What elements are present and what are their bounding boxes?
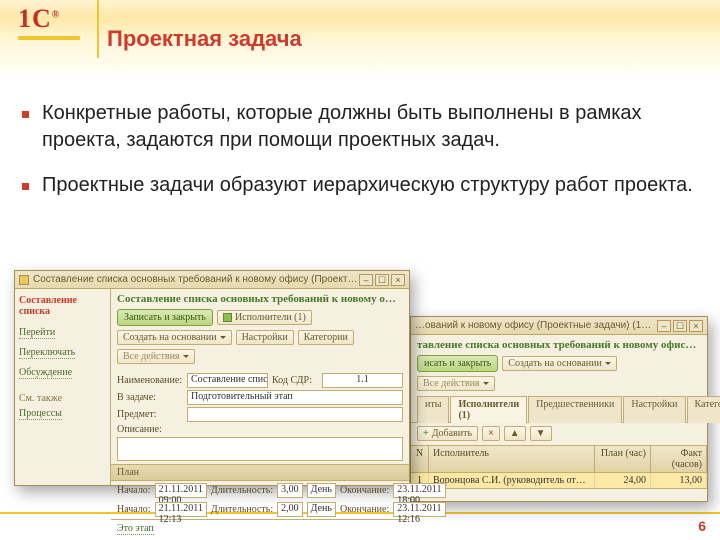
save-close-button[interactable]: Записать и закрыть [117,309,213,326]
plan-start-input[interactable]: 21.11.2011 09:00 [155,483,207,498]
subject-input[interactable] [187,407,403,422]
header-divider [97,0,99,58]
tab-categories[interactable]: Категории [687,396,720,423]
chevron-down-icon [605,362,611,368]
win2-rowtoolbar: +Добавить × ▲ ▼ [411,423,707,445]
executors-table-header: N Исполнитель План (час) Факт (часов) [411,445,707,473]
chevron-down-icon [483,382,489,388]
body-text: Конкретные работы, которые должны быть в… [18,100,702,217]
slide-title: Проектная задача [107,26,302,52]
win1-toolbar: Записать и закрыть Исполнители (1) Созда… [111,307,409,368]
max-button[interactable]: ☐ [673,320,687,332]
table-row[interactable]: 1 Воронцова С.И. (руководитель отдела пе… [411,473,707,489]
plan-row-2: Начало: 21.11.2011 12:13 Длительность: 2… [111,500,409,519]
max-button[interactable]: ☐ [375,274,389,286]
intask-input[interactable]: Подготовительный этап [187,390,403,405]
plan-start-label: Начало: [117,485,151,496]
close-button[interactable]: × [689,320,703,332]
plus-icon: + [423,428,429,439]
win2-toolbar: исать и закрыть Создать на основании Все… [411,353,707,395]
tab-predecessors[interactable]: Предшественники [528,396,622,423]
tab-settings[interactable]: Настройки [623,396,685,423]
window-task-main: Составление списка основных требований к… [14,270,410,486]
app-icon [19,275,29,285]
plan-row-1: Начало: 21.11.2011 09:00 Длительность: 3… [111,481,409,500]
col-n: N [411,446,429,472]
create-base-button[interactable]: Создать на основании [117,330,232,345]
plan-header: План [111,464,409,481]
save-close-button[interactable]: исать и закрыть [417,355,498,372]
cell-fact: 13,00 [651,473,707,488]
delete-button[interactable]: × [482,426,500,441]
name-label: Наименование: [117,375,183,386]
x-icon: × [488,428,494,439]
chevron-down-icon [183,355,189,361]
min-button[interactable]: – [657,320,671,332]
cell-plan: 24,00 [595,473,651,488]
col-fact: Факт (часов) [651,446,707,472]
plan-end-label: Окончание: [340,485,389,496]
executors-button[interactable]: Исполнители (1) [217,310,312,325]
all-actions-button[interactable]: Все действия [117,349,195,364]
logo: 1C® [18,6,80,40]
win2-header: тавление списка основных требований к но… [411,335,707,353]
all-actions-button[interactable]: Все действия [417,376,495,391]
plan-end-input[interactable]: 23.11.2011 18:00 [393,483,445,498]
name-input[interactable]: Составление списка основных требований к… [187,373,268,388]
create-base-button[interactable]: Создать на основании [502,356,617,371]
fact-dur-input[interactable]: 2,00 [277,502,303,517]
desc-textarea[interactable] [117,437,403,461]
logo-text: 1C [18,4,52,33]
tab-executors[interactable]: Исполнители (1) [450,396,527,423]
fact-dur-label: Длительность: [211,504,273,515]
execs-icon [223,313,232,322]
settings-button[interactable]: Настройки [236,330,294,345]
desc-label: Описание: [117,424,183,435]
plan-dur-label: Длительность: [211,485,273,496]
col-executor: Исполнитель [429,446,595,472]
logo-underline [18,36,80,40]
cell-executor: Воронцова С.И. (руководитель отдела перс… [429,473,595,488]
col-plan: План (час) [595,446,651,472]
intask-label: В задаче: [117,392,183,403]
fact-unit-select[interactable]: День [307,502,336,517]
nav-seealso: См. также [19,393,106,404]
win2-titlebar[interactable]: …ований к новому офису (Проектные задачи… [411,317,707,335]
add-button[interactable]: +Добавить [417,426,478,441]
win2-title: …ований к новому офису (Проектные задачи… [415,320,657,331]
page-number: 6 [698,518,706,534]
nav-header: Составление списка [19,295,106,317]
plan-dur-input[interactable]: 3,00 [277,483,303,498]
nav-link-switch[interactable]: Переключать [19,347,75,359]
window-task-executors: …ований к новому офису (Проектные задачи… [410,316,708,502]
close-button[interactable]: × [391,274,405,286]
chevron-down-icon [220,336,226,342]
subject-label: Предмет: [117,409,183,420]
win1-titlebar[interactable]: Составление списка основных требований к… [15,271,409,289]
win1-form: Составление списка основных требований к… [111,289,409,485]
plan-unit-select[interactable]: День [307,483,336,498]
categories-button[interactable]: Категории [298,330,354,345]
code-input[interactable]: 1.1 [322,373,403,388]
win1-title: Составление списка основных требований к… [33,274,359,285]
win1-nav: Составление списка Перейти Переключать О… [15,289,111,485]
nav-link-goto[interactable]: Перейти [19,327,55,339]
nav-link-processes[interactable]: Процессы [19,408,62,420]
win2-tabs: иты Исполнители (1) Предшественники Наст… [411,395,707,423]
logo-reg: ® [52,9,60,20]
fact-end-label: Окончание: [340,504,389,515]
code-label: Код СДР: [272,375,318,386]
min-button[interactable]: – [359,274,373,286]
move-down-button[interactable]: ▼ [530,426,552,441]
nav-link-discussion[interactable]: Обсуждение [19,367,72,379]
win1-header: Составление списка основных требований к… [111,289,409,307]
fact-start-input[interactable]: 21.11.2011 12:13 [155,502,207,517]
bullet-2: Проектные задачи образуют иерархическую … [18,172,702,199]
move-up-button[interactable]: ▲ [504,426,526,441]
stage-link[interactable]: Это этап [117,523,154,535]
tab-requisites[interactable]: иты [417,396,449,423]
fact-end-input[interactable]: 23.11.2011 12:16 [393,502,445,517]
fact-start-label: Начало: [117,504,151,515]
bullet-1: Конкретные работы, которые должны быть в… [18,100,702,154]
